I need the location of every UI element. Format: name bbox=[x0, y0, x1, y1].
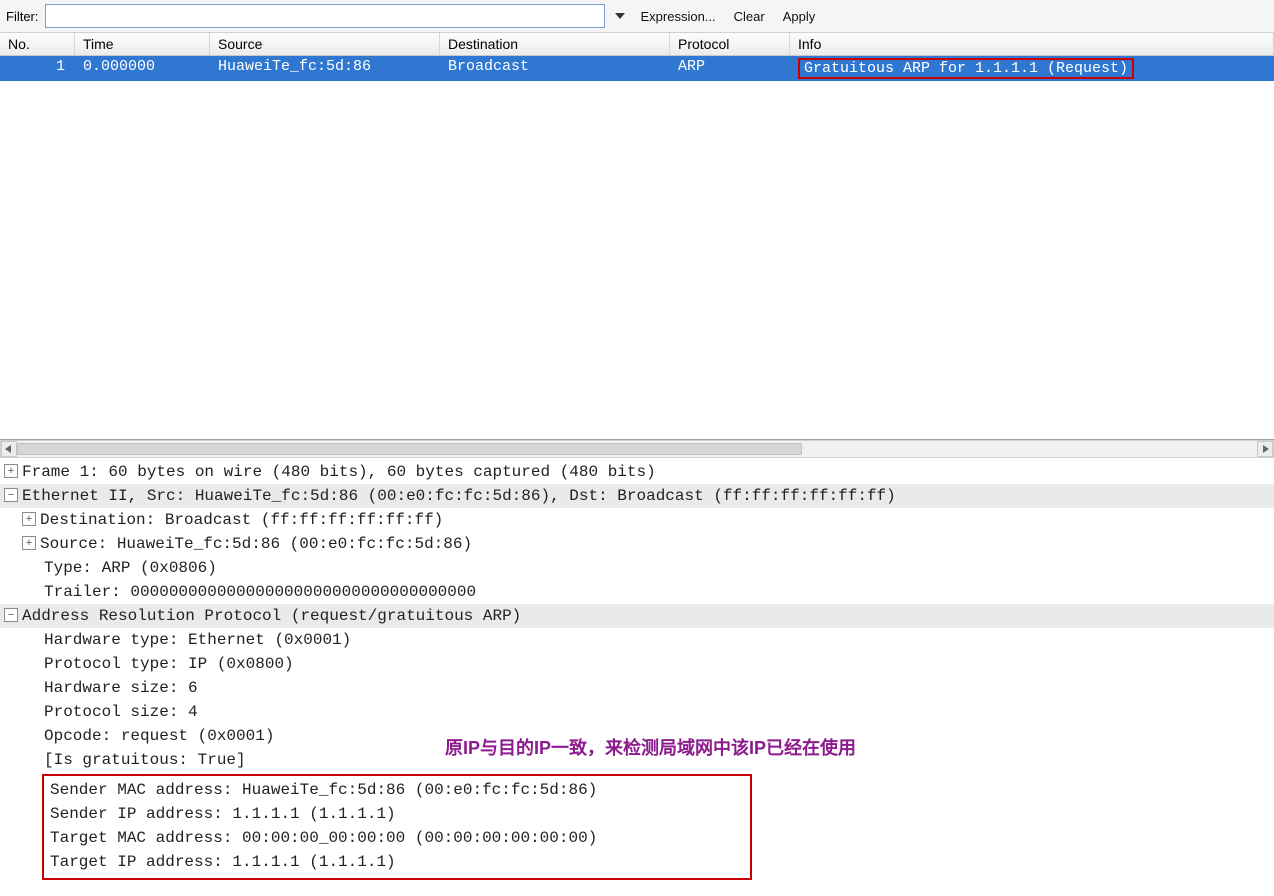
tree-label: Source: HuaweiTe_fc:5d:86 (00:e0:fc:fc:5… bbox=[40, 532, 472, 556]
chevron-down-icon bbox=[615, 13, 625, 19]
tree-eth-trailer[interactable]: Trailer: 0000000000000000000000000000000… bbox=[0, 580, 1274, 604]
tree-label: Frame 1: 60 bytes on wire (480 bits), 60… bbox=[22, 460, 656, 484]
tree-frame[interactable]: + Frame 1: 60 bytes on wire (480 bits), … bbox=[0, 460, 1274, 484]
tree-label: Sender IP address: 1.1.1.1 (1.1.1.1) bbox=[50, 802, 396, 826]
tree-label: Sender MAC address: HuaweiTe_fc:5d:86 (0… bbox=[50, 778, 597, 802]
packet-row[interactable]: 1 0.000000 HuaweiTe_fc:5d:86 Broadcast A… bbox=[0, 56, 1274, 81]
cell-time: 0.000000 bbox=[75, 56, 210, 81]
packet-details-pane: + Frame 1: 60 bytes on wire (480 bits), … bbox=[0, 458, 1274, 886]
tree-arp-sender-ip[interactable]: Sender IP address: 1.1.1.1 (1.1.1.1) bbox=[50, 802, 744, 826]
tree-arp-ptype[interactable]: Protocol type: IP (0x0800) bbox=[0, 652, 1274, 676]
tree-label: Target MAC address: 00:00:00_00:00:00 (0… bbox=[50, 826, 597, 850]
tree-label: Destination: Broadcast (ff:ff:ff:ff:ff:f… bbox=[40, 508, 443, 532]
col-header-no[interactable]: No. bbox=[0, 33, 75, 55]
tree-label: Hardware type: Ethernet (0x0001) bbox=[44, 628, 351, 652]
info-highlight-box: Gratuitous ARP for 1.1.1.1 (Request) bbox=[798, 58, 1134, 79]
expression-button[interactable]: Expression... bbox=[635, 5, 722, 28]
tree-arp-hwtype[interactable]: Hardware type: Ethernet (0x0001) bbox=[0, 628, 1274, 652]
cell-destination: Broadcast bbox=[440, 56, 670, 81]
filter-input[interactable] bbox=[45, 4, 605, 28]
scroll-thumb[interactable] bbox=[17, 443, 802, 455]
tree-arp-psize[interactable]: Protocol size: 4 bbox=[0, 700, 1274, 724]
col-header-source[interactable]: Source bbox=[210, 33, 440, 55]
tree-arp[interactable]: − Address Resolution Protocol (request/g… bbox=[0, 604, 1274, 628]
collapse-icon[interactable]: − bbox=[4, 488, 18, 502]
tree-label: Hardware size: 6 bbox=[44, 676, 198, 700]
tree-arp-target-mac[interactable]: Target MAC address: 00:00:00_00:00:00 (0… bbox=[50, 826, 744, 850]
cell-no: 1 bbox=[0, 56, 75, 81]
tree-label: Address Resolution Protocol (request/gra… bbox=[22, 604, 521, 628]
cell-info: Gratuitous ARP for 1.1.1.1 (Request) bbox=[790, 56, 1274, 81]
tree-label: Opcode: request (0x0001) bbox=[44, 724, 274, 748]
packet-list-header: No. Time Source Destination Protocol Inf… bbox=[0, 33, 1274, 56]
cell-source: HuaweiTe_fc:5d:86 bbox=[210, 56, 440, 81]
cell-protocol: ARP bbox=[670, 56, 790, 81]
tree-label: [Is gratuitous: True] bbox=[44, 748, 246, 772]
col-header-protocol[interactable]: Protocol bbox=[670, 33, 790, 55]
expand-icon[interactable]: + bbox=[4, 464, 18, 478]
tree-label: Type: ARP (0x0806) bbox=[44, 556, 217, 580]
triangle-right-icon bbox=[1261, 445, 1269, 453]
tree-arp-sender-mac[interactable]: Sender MAC address: HuaweiTe_fc:5d:86 (0… bbox=[50, 778, 744, 802]
tree-arp-hwsize[interactable]: Hardware size: 6 bbox=[0, 676, 1274, 700]
filter-label: Filter: bbox=[6, 9, 39, 24]
tree-label: Protocol size: 4 bbox=[44, 700, 198, 724]
tree-label: Trailer: 0000000000000000000000000000000… bbox=[44, 580, 476, 604]
scroll-right-arrow[interactable] bbox=[1257, 441, 1273, 457]
scroll-left-arrow[interactable] bbox=[1, 441, 17, 457]
tree-label: Ethernet II, Src: HuaweiTe_fc:5d:86 (00:… bbox=[22, 484, 896, 508]
col-header-destination[interactable]: Destination bbox=[440, 33, 670, 55]
clear-button[interactable]: Clear bbox=[728, 5, 771, 28]
expand-icon[interactable]: + bbox=[22, 512, 36, 526]
triangle-left-icon bbox=[5, 445, 13, 453]
filter-dropdown-button[interactable] bbox=[611, 4, 629, 28]
col-header-info[interactable]: Info bbox=[790, 33, 1274, 55]
tree-label: Protocol type: IP (0x0800) bbox=[44, 652, 294, 676]
arp-address-highlight-box: Sender MAC address: HuaweiTe_fc:5d:86 (0… bbox=[42, 774, 752, 880]
tree-eth-type[interactable]: Type: ARP (0x0806) bbox=[0, 556, 1274, 580]
tree-eth-dst[interactable]: + Destination: Broadcast (ff:ff:ff:ff:ff… bbox=[0, 508, 1274, 532]
packet-list-hscrollbar[interactable] bbox=[0, 440, 1274, 458]
packet-list-pane: No. Time Source Destination Protocol Inf… bbox=[0, 32, 1274, 440]
col-header-time[interactable]: Time bbox=[75, 33, 210, 55]
tree-arp-target-ip[interactable]: Target IP address: 1.1.1.1 (1.1.1.1) bbox=[50, 850, 744, 874]
tree-ethernet[interactable]: − Ethernet II, Src: HuaweiTe_fc:5d:86 (0… bbox=[0, 484, 1274, 508]
tree-eth-src[interactable]: + Source: HuaweiTe_fc:5d:86 (00:e0:fc:fc… bbox=[0, 532, 1274, 556]
collapse-icon[interactable]: − bbox=[4, 608, 18, 622]
annotation-text: 原IP与目的IP一致，来检测局域网中该IP已经在使用 bbox=[445, 734, 856, 760]
expand-icon[interactable]: + bbox=[22, 536, 36, 550]
apply-button[interactable]: Apply bbox=[777, 5, 822, 28]
tree-label: Target IP address: 1.1.1.1 (1.1.1.1) bbox=[50, 850, 396, 874]
filter-toolbar: Filter: Expression... Clear Apply bbox=[0, 0, 1274, 32]
